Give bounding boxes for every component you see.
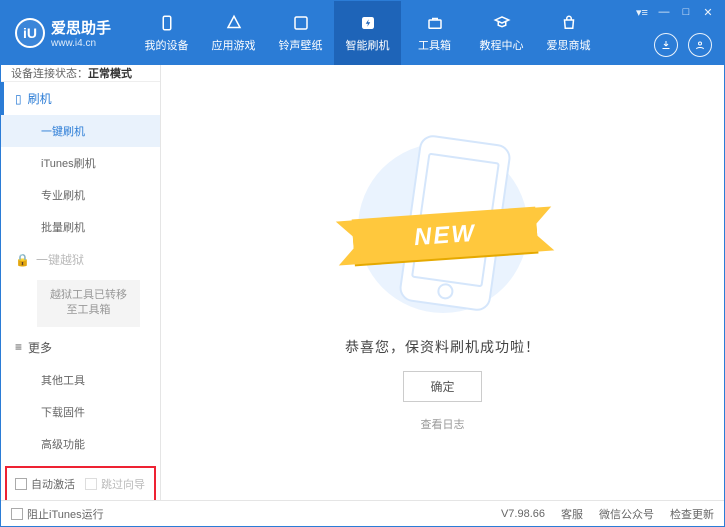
minimize-button[interactable]: — <box>654 4 674 20</box>
status-label: 设备连接状态： <box>11 65 88 81</box>
nav-label: 智能刷机 <box>346 37 390 53</box>
status-value: 正常模式 <box>88 65 132 81</box>
sidebar-group-flash[interactable]: ▯ 刷机 <box>1 82 160 115</box>
sidebar-item-download-firmware[interactable]: 下载固件 <box>1 396 160 428</box>
footer: 阻止iTunes运行 V7.98.66 客服 微信公众号 检查更新 <box>1 500 724 526</box>
mall-icon <box>558 13 580 33</box>
nav-tutorial[interactable]: 教程中心 <box>468 1 535 65</box>
checkbox-skip-guide[interactable]: 跳过向导 <box>85 476 145 492</box>
success-illustration: NEW <box>343 133 543 323</box>
main-content: NEW 恭喜您，保资料刷机成功啦！ 确定 查看日志 <box>161 65 724 500</box>
nav-label: 教程中心 <box>480 37 524 53</box>
logo-icon: iU <box>15 18 45 48</box>
checkbox-auto-activate[interactable]: 自动激活 <box>15 476 75 492</box>
sidebar-item-itunes-flash[interactable]: iTunes刷机 <box>1 147 160 179</box>
nav-ringtone[interactable]: 铃声壁纸 <box>267 1 334 65</box>
menu-button[interactable]: ▾≡ <box>632 4 652 20</box>
nav-toolbox[interactable]: 工具箱 <box>401 1 468 65</box>
nav-label: 应用游戏 <box>212 37 256 53</box>
logo-block: iU 爱思助手 www.i4.cn <box>1 1 125 65</box>
sidebar-item-other-tools[interactable]: 其他工具 <box>1 364 160 396</box>
nav-label: 工具箱 <box>418 37 451 53</box>
nav-label: 我的设备 <box>145 37 189 53</box>
nav-my-device[interactable]: 我的设备 <box>133 1 200 65</box>
flash-icon <box>357 13 379 33</box>
header-actions <box>654 33 712 57</box>
main-nav: 我的设备 应用游戏 铃声壁纸 智能刷机 工具箱 教程中心 <box>133 1 602 65</box>
sidebar-item-oneclick-flash[interactable]: 一键刷机 <box>1 115 160 147</box>
checkbox-block-itunes[interactable]: 阻止iTunes运行 <box>11 506 104 522</box>
success-message: 恭喜您，保资料刷机成功啦！ <box>345 337 540 357</box>
sidebar-item-advanced[interactable]: 高级功能 <box>1 428 160 460</box>
nav-flash[interactable]: 智能刷机 <box>334 1 401 65</box>
sidebar-group-more[interactable]: ≡ 更多 <box>1 331 160 364</box>
group-title: 一键越狱 <box>36 251 84 268</box>
maximize-button[interactable]: □ <box>676 4 696 20</box>
group-title: 更多 <box>28 339 52 356</box>
sidebar-group-jailbreak: 🔒 一键越狱 <box>1 243 160 276</box>
connection-status: 设备连接状态：正常模式 <box>1 65 160 82</box>
checkbox-label: 阻止iTunes运行 <box>27 506 104 522</box>
sidebar-item-batch-flash[interactable]: 批量刷机 <box>1 211 160 243</box>
list-icon: ≡ <box>15 340 22 354</box>
view-log-link[interactable]: 查看日志 <box>421 416 465 432</box>
close-button[interactable]: ✕ <box>698 4 718 20</box>
checkbox-label: 自动激活 <box>31 476 75 492</box>
options-highlight: 自动激活 跳过向导 <box>5 466 156 500</box>
download-button[interactable] <box>654 33 678 57</box>
device-icon <box>156 13 178 33</box>
jailbreak-note: 越狱工具已转移至工具箱 <box>37 280 140 327</box>
user-button[interactable] <box>688 33 712 57</box>
sidebar-item-pro-flash[interactable]: 专业刷机 <box>1 179 160 211</box>
nav-label: 铃声壁纸 <box>279 37 323 53</box>
footer-link-update[interactable]: 检查更新 <box>670 506 714 522</box>
lock-icon: 🔒 <box>15 253 30 267</box>
footer-link-support[interactable]: 客服 <box>561 506 583 522</box>
toolbox-icon <box>424 13 446 33</box>
app-subtitle: www.i4.cn <box>51 38 111 49</box>
title-bar: iU 爱思助手 www.i4.cn 我的设备 应用游戏 铃声壁纸 智能刷机 <box>1 1 724 65</box>
window-controls: ▾≡ — □ ✕ <box>632 4 718 20</box>
wallpaper-icon <box>290 13 312 33</box>
checkbox-label: 跳过向导 <box>101 476 145 492</box>
version-label: V7.98.66 <box>501 508 545 520</box>
nav-mall[interactable]: 爱思商城 <box>535 1 602 65</box>
ok-button[interactable]: 确定 <box>403 371 481 402</box>
flash-small-icon: ▯ <box>15 92 22 106</box>
nav-apps[interactable]: 应用游戏 <box>200 1 267 65</box>
sidebar: 设备连接状态：正常模式 ▯ 刷机 一键刷机 iTunes刷机 专业刷机 批量刷机… <box>1 65 161 500</box>
app-title: 爱思助手 <box>51 17 111 38</box>
apps-icon <box>223 13 245 33</box>
footer-link-wechat[interactable]: 微信公众号 <box>599 506 654 522</box>
nav-label: 爱思商城 <box>547 37 591 53</box>
group-title: 刷机 <box>28 90 52 107</box>
tutorial-icon <box>491 13 513 33</box>
